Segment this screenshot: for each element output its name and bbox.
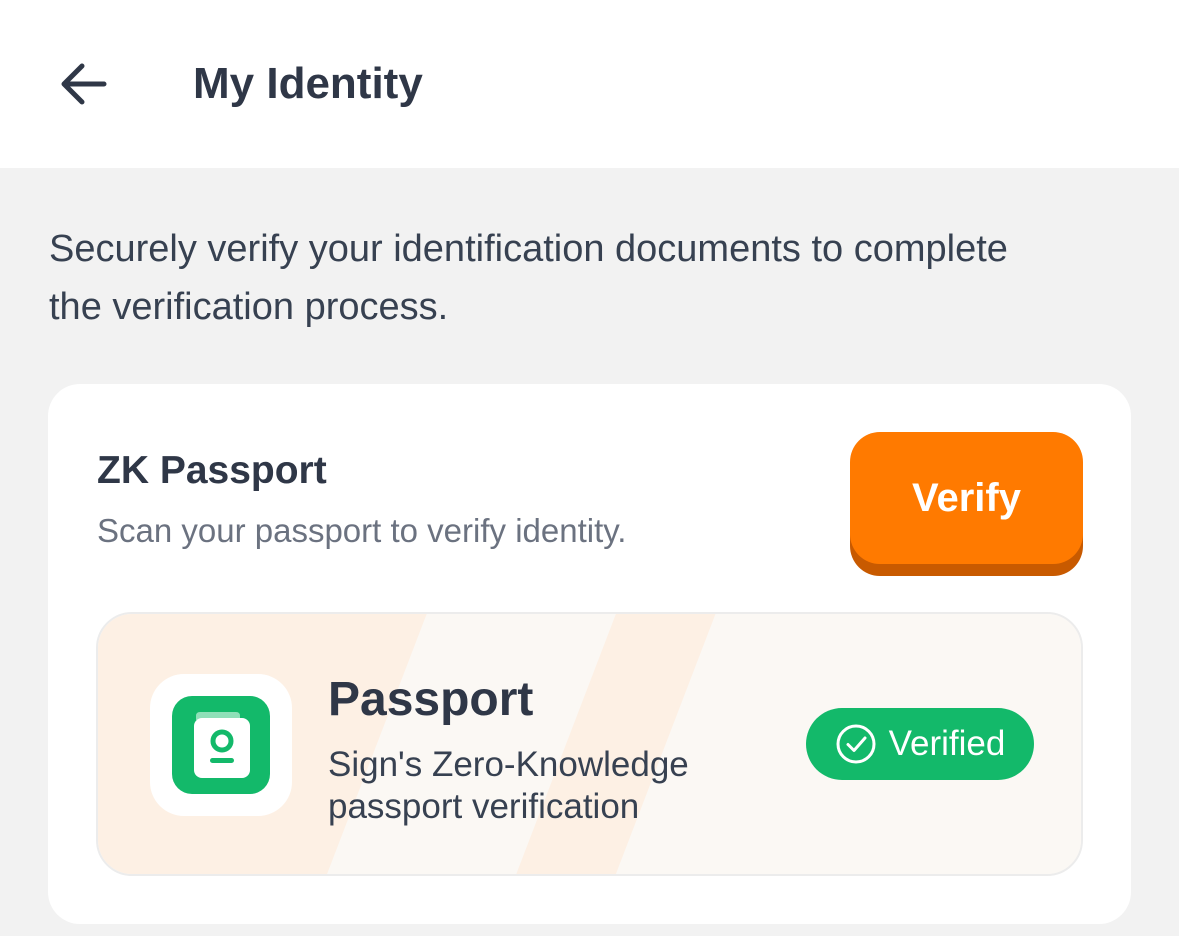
verified-badge: Verified: [806, 708, 1034, 780]
document-title: Passport: [328, 673, 534, 726]
intro-text: Securely verify your identification docu…: [49, 228, 1008, 328]
passport-app-icon: [150, 674, 292, 816]
zk-passport-card: ZK Passport Scan your passport to verify…: [48, 384, 1131, 924]
page-title: My Identity: [193, 59, 423, 108]
card-subtitle: Scan your passport to verify identity.: [97, 512, 627, 549]
top-bar: My Identity: [0, 0, 1179, 168]
card-title: ZK Passport: [97, 449, 327, 492]
verified-status-label: Verified: [888, 724, 1006, 763]
back-button[interactable]: [54, 54, 114, 114]
passport-document-tile[interactable]: Passport Sign's Zero-Knowledge passport …: [96, 612, 1083, 876]
document-description: Sign's Zero-Knowledge passport verificat…: [328, 745, 689, 826]
check-circle-icon: [836, 724, 876, 764]
passport-icon: [172, 696, 270, 794]
arrow-left-icon: [61, 63, 107, 105]
verify-button[interactable]: Verify: [850, 432, 1083, 564]
